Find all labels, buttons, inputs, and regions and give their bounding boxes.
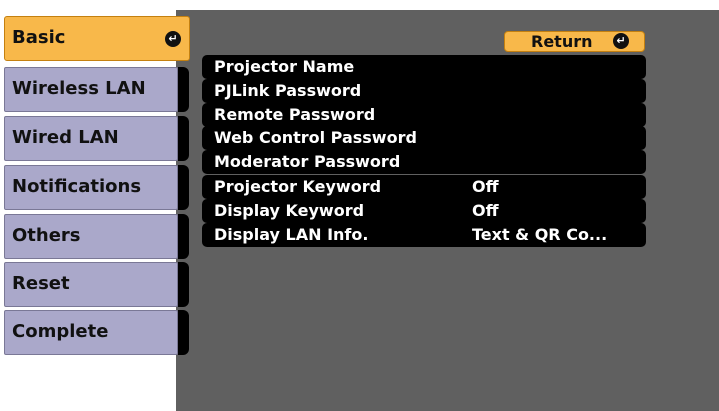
- sidebar-item-label: Reset: [12, 273, 70, 294]
- sidebar-item-reset[interactable]: Reset: [4, 262, 189, 307]
- sidebar-item-others[interactable]: Others: [4, 214, 189, 259]
- row-label: Projector Name: [214, 57, 355, 76]
- menu-row-web-control-password[interactable]: Web Control Password: [202, 126, 646, 150]
- return-label: Return: [531, 32, 593, 51]
- row-value: Text & QR Co...: [472, 225, 608, 244]
- tab-shadow: [178, 165, 189, 210]
- menu-row-remote-password[interactable]: Remote Password: [202, 103, 646, 127]
- sidebar-item-label: Wireless LAN: [12, 78, 146, 99]
- return-button[interactable]: Return ↵: [504, 31, 645, 52]
- enter-icon: ↵: [613, 33, 629, 49]
- enter-icon: ↵: [165, 31, 181, 47]
- sidebar-item-label: Basic: [12, 27, 66, 48]
- menu-row-moderator-password[interactable]: Moderator Password: [202, 150, 646, 174]
- row-label: PJLink Password: [214, 81, 362, 100]
- sidebar-item-label: Complete: [12, 321, 109, 342]
- row-label: Display LAN Info.: [214, 225, 369, 244]
- row-value: Off: [472, 177, 499, 196]
- sidebar-item-wired-lan[interactable]: Wired LAN: [4, 116, 189, 161]
- sidebar-item-label: Others: [12, 225, 81, 246]
- sidebar-item-notifications[interactable]: Notifications: [4, 165, 189, 210]
- sidebar-item-label: Wired LAN: [12, 127, 119, 148]
- tab-shadow: [178, 310, 189, 355]
- row-label: Web Control Password: [214, 128, 417, 147]
- menu-row-display-keyword[interactable]: Display Keyword Off: [202, 199, 646, 223]
- tab-shadow: [178, 214, 189, 259]
- row-value: Off: [472, 201, 499, 220]
- menu-row-display-lan-info[interactable]: Display LAN Info. Text & QR Co...: [202, 223, 646, 247]
- sidebar-item-label: Notifications: [12, 176, 142, 197]
- tab-shadow: [178, 67, 189, 112]
- menu-row-pjlink-password[interactable]: PJLink Password: [202, 79, 646, 103]
- tab-shadow: [178, 116, 189, 161]
- row-label: Moderator Password: [214, 152, 401, 171]
- sidebar-item-basic[interactable]: Basic ↵: [4, 16, 190, 61]
- tab-shadow: [178, 262, 189, 307]
- row-label: Display Keyword: [214, 201, 365, 220]
- menu-row-projector-name[interactable]: Projector Name: [202, 55, 646, 79]
- sidebar-item-wireless-lan[interactable]: Wireless LAN: [4, 67, 189, 112]
- row-label: Projector Keyword: [214, 177, 382, 196]
- row-label: Remote Password: [214, 105, 376, 124]
- sidebar-item-complete[interactable]: Complete: [4, 310, 189, 355]
- menu-row-projector-keyword[interactable]: Projector Keyword Off: [202, 175, 646, 199]
